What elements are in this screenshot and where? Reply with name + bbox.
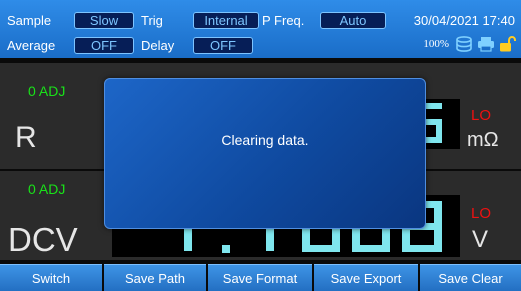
range-indicator: LO [471, 205, 492, 222]
printer-icon [478, 37, 494, 52]
save-clear-button[interactable]: Save Clear [420, 264, 521, 291]
switch-button[interactable]: Switch [0, 264, 102, 291]
delay-label: Delay [141, 38, 175, 53]
pfreq-select[interactable]: Auto [320, 12, 386, 29]
database-icon [456, 36, 472, 52]
zero-adj-indicator: 0 ADJ [28, 181, 66, 197]
battery-percent: 100% [423, 38, 449, 50]
trigger-select[interactable]: Internal [193, 12, 259, 29]
clearing-data-dialog: Clearing data. [104, 78, 426, 229]
status-icons: 100% [423, 35, 517, 53]
datetime: 30/04/2021 17:40 [413, 13, 515, 28]
zero-adj-indicator: 0 ADJ [28, 83, 66, 99]
unlock-icon [500, 36, 516, 52]
pfreq-label: P Freq. [262, 13, 305, 28]
unit-label: mΩ [467, 129, 499, 151]
save-format-button[interactable]: Save Format [208, 264, 312, 291]
save-path-button[interactable]: Save Path [104, 264, 206, 291]
trig-label: Trig [141, 13, 163, 28]
delay-select[interactable]: OFF [193, 37, 253, 54]
function-label: R [15, 121, 37, 154]
function-label: DCV [8, 221, 78, 258]
sample-label: Sample [7, 13, 52, 28]
average-select[interactable]: OFF [74, 37, 134, 54]
save-export-button[interactable]: Save Export [314, 264, 418, 291]
unit-label: V [472, 226, 489, 253]
status-header: Sample Slow Trig Internal P Freq. Auto A… [0, 0, 521, 58]
range-indicator: LO [471, 107, 492, 124]
dialog-message: Clearing data. [221, 132, 309, 148]
average-label: Average [7, 38, 56, 53]
sample-rate-select[interactable]: Slow [74, 12, 134, 29]
